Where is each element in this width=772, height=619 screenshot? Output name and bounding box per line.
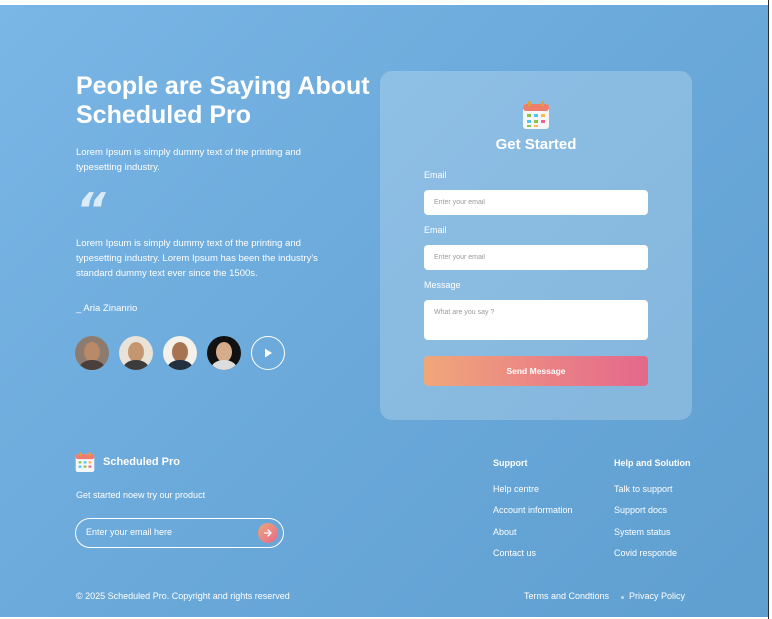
footer-link-help-centre[interactable]: Help centre: [493, 484, 539, 494]
avatar-face: [172, 342, 188, 362]
email-label: Email: [424, 225, 447, 235]
avatar-body: [167, 360, 193, 370]
message-label: Message: [424, 280, 461, 290]
footer-link-support-docs[interactable]: Support docs: [614, 505, 667, 515]
footer-link-talk-to-support[interactable]: Talk to support: [614, 484, 673, 494]
top-border: [0, 0, 768, 5]
email-label: Email: [424, 170, 447, 180]
footer-tagline: Get started noew try our product: [76, 490, 206, 500]
calendar-icon: [523, 101, 549, 129]
scrollbar-edge: [768, 0, 769, 619]
terms-link[interactable]: Terms and Condtions: [524, 591, 609, 601]
avatar-body: [123, 360, 149, 370]
support-heading: Support: [493, 458, 528, 468]
play-icon: [265, 348, 272, 358]
subscribe-form: [75, 518, 284, 548]
separator-dot: [621, 596, 624, 599]
avatar-row: [75, 336, 285, 370]
avatar-face: [128, 342, 144, 362]
footer-link-covid-responde[interactable]: Covid responde: [614, 548, 677, 558]
copyright-text: © 2025 Scheduled Pro. Copyright and righ…: [76, 591, 290, 601]
arrow-right-icon: [263, 529, 272, 537]
footer-link-contact-us[interactable]: Contact us: [493, 548, 536, 558]
avatar-body: [211, 360, 237, 370]
email-field[interactable]: [424, 245, 648, 270]
hero-subtitle: Lorem Ipsum is simply dummy text of the …: [76, 147, 301, 173]
privacy-link[interactable]: Privacy Policy: [629, 591, 685, 601]
avatar[interactable]: [119, 336, 153, 370]
send-message-button[interactable]: Send Message: [424, 356, 648, 386]
footer-link-system-status[interactable]: System status: [614, 527, 671, 537]
page-background: People are Saying About Scheduled Pro Lo…: [0, 0, 768, 619]
message-field[interactable]: [424, 300, 648, 340]
form-title: Get Started: [495, 136, 577, 153]
play-button[interactable]: [251, 336, 285, 370]
avatar[interactable]: [163, 336, 197, 370]
avatar-face: [84, 342, 100, 362]
footer-brand: Scheduled Pro: [103, 456, 181, 468]
avatar-body: [79, 360, 105, 370]
subscribe-button[interactable]: [258, 523, 278, 543]
avatar-face: [216, 342, 232, 362]
footer-link-account-information[interactable]: Account information: [493, 505, 573, 515]
email-field[interactable]: [424, 190, 648, 215]
testimonial-quote: Lorem Ipsum is simply dummy text of the …: [76, 238, 318, 279]
calendar-icon: [75, 452, 95, 472]
quote-mark-icon: “: [76, 183, 106, 237]
avatar[interactable]: [75, 336, 109, 370]
hero-title: People are Saying About Scheduled Pro: [76, 72, 370, 129]
testimonial-author: _ Aria Zinanrio: [76, 303, 138, 314]
help-heading: Help and Solution: [614, 458, 691, 468]
subscribe-email-input[interactable]: [86, 527, 246, 537]
footer-link-about[interactable]: About: [493, 527, 517, 537]
avatar[interactable]: [207, 336, 241, 370]
